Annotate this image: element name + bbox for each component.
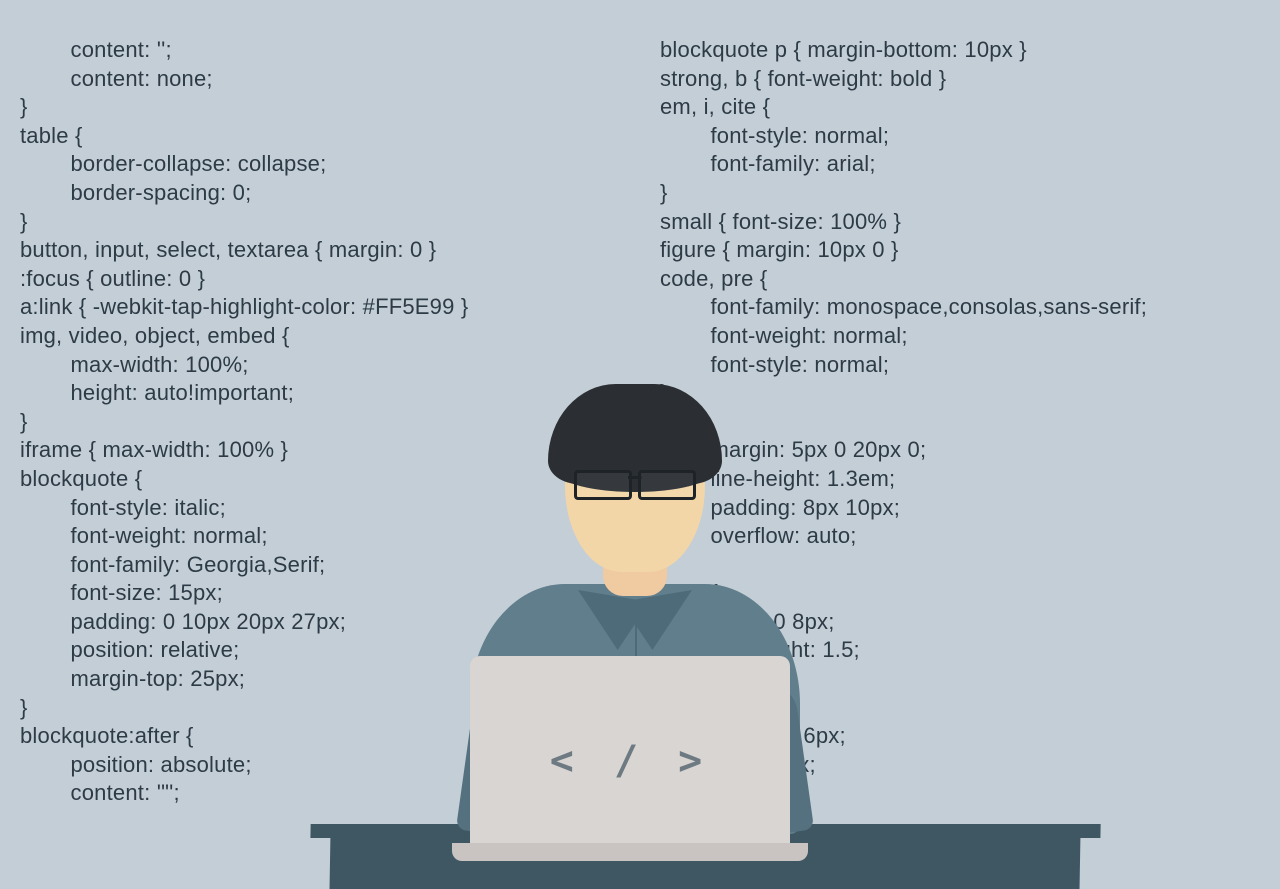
laptop: < / > <box>470 656 790 861</box>
css-code-left: content: ''; content: none; } table { bo… <box>20 36 468 808</box>
laptop-base <box>452 843 808 861</box>
code-icon: < / > <box>470 738 790 784</box>
hair <box>548 384 722 484</box>
laptop-screen: < / > <box>470 656 790 851</box>
illustration-stage: content: ''; content: none; } table { bo… <box>0 0 1280 889</box>
glasses-icon <box>574 470 696 498</box>
lens-left <box>574 470 632 500</box>
lens-right <box>638 470 696 500</box>
